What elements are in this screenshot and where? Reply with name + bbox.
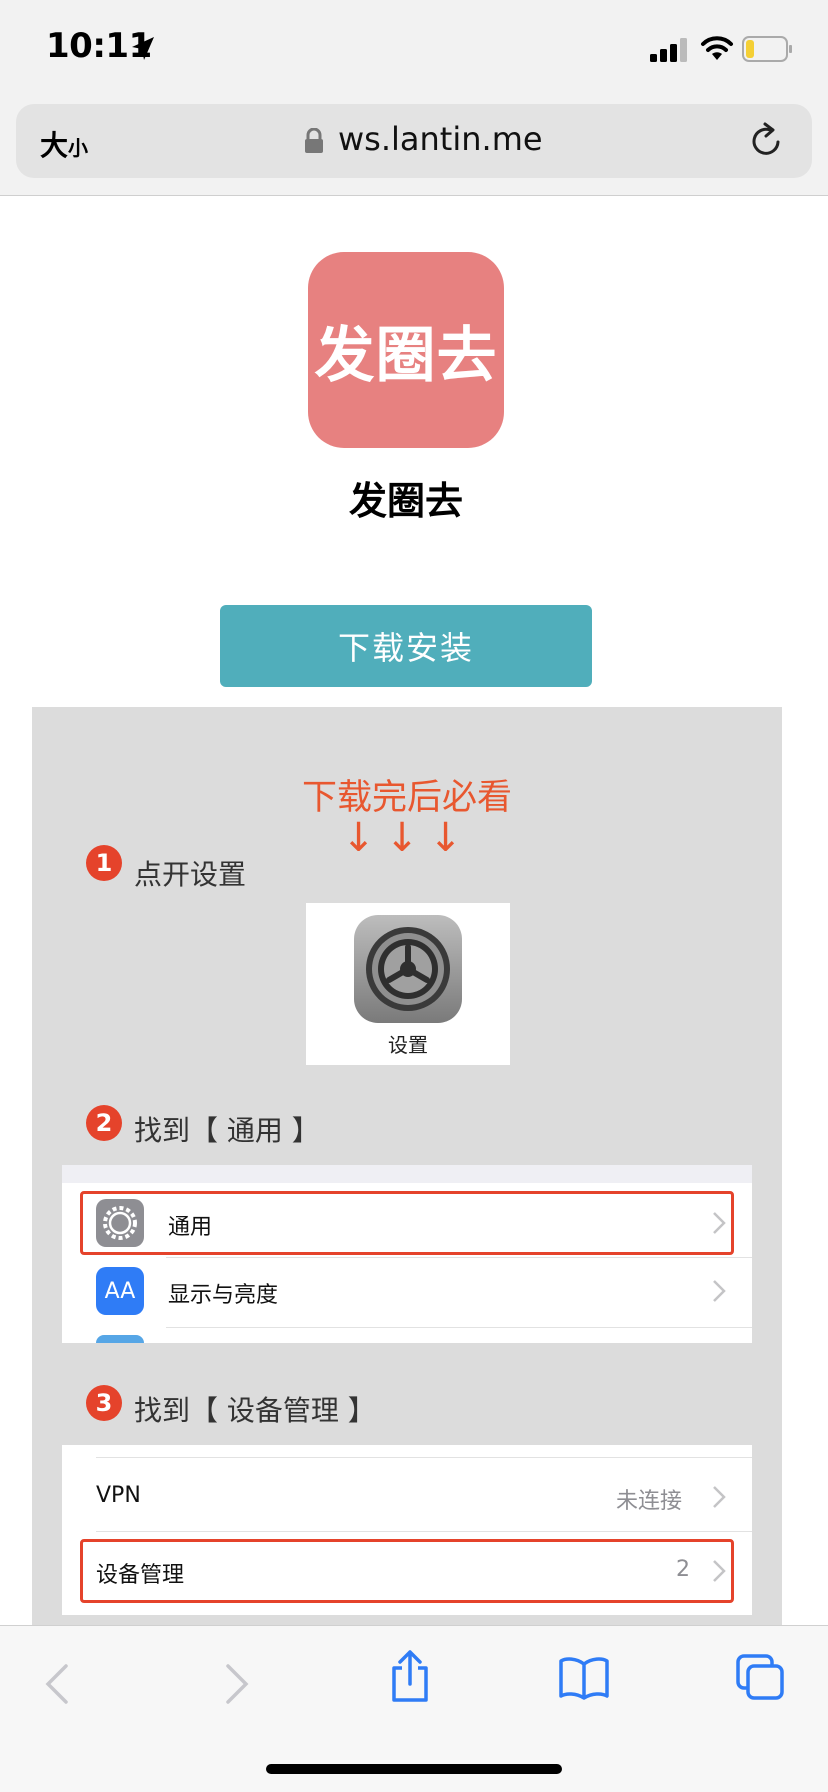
forward-icon[interactable]: [222, 1662, 252, 1706]
vpn-status-value: 未连接: [616, 1489, 683, 1514]
lock-icon: [305, 128, 323, 153]
status-bar: 10:11: [0, 0, 828, 96]
settings-app-card: 设置: [306, 903, 510, 1065]
chevron-right-icon: [713, 1486, 726, 1508]
step-3-number: 3: [86, 1385, 122, 1421]
step-2-label: 找到【 通用 】: [134, 1114, 320, 1147]
browser-address-area: 大小 ws.lantin.me: [0, 96, 828, 196]
share-icon[interactable]: [388, 1648, 432, 1704]
text-size-button[interactable]: 大小: [40, 124, 88, 164]
address-bar[interactable]: 大小 ws.lantin.me: [16, 104, 812, 178]
step-3-label: 找到【 设备管理 】: [134, 1394, 376, 1427]
partial-next-row-icon: [96, 1335, 144, 1343]
list-divider: [96, 1457, 752, 1458]
install-guide: 下载完后必看 ↓↓↓ 1 点开设置 设置 2 找到【 通用 】 通用 AA 显示…: [32, 707, 782, 1627]
list-divider: [96, 1531, 752, 1532]
list-item-display-label: 显示与亮度: [168, 1283, 279, 1308]
settings-card-label: 设置: [388, 1033, 428, 1057]
device-settings-list: VPN 未连接 设备管理 2: [62, 1445, 752, 1615]
back-icon[interactable]: [42, 1662, 72, 1706]
text-size-icon: AA: [96, 1267, 144, 1315]
battery-icon: [742, 36, 792, 62]
reload-icon[interactable]: [748, 122, 784, 160]
list-divider: [166, 1327, 752, 1328]
home-indicator: [266, 1764, 562, 1774]
app-icon-text: 发圈去: [314, 320, 498, 391]
app-name: 发圈去: [348, 479, 463, 523]
install-button[interactable]: 下载安装: [220, 605, 592, 687]
chevron-right-icon: [713, 1280, 726, 1302]
tabs-icon[interactable]: [736, 1654, 786, 1702]
url-text[interactable]: ws.lantin.me: [338, 120, 543, 158]
list-item-vpn-label: VPN: [96, 1483, 141, 1508]
settings-gear-icon: [354, 915, 462, 1023]
highlight-device-management: [80, 1539, 734, 1603]
general-settings-list: 通用 AA 显示与亮度: [62, 1165, 752, 1343]
wifi-icon: [701, 36, 733, 60]
list-divider: [166, 1257, 752, 1258]
list-top-band: [62, 1165, 752, 1183]
highlight-general: [80, 1191, 734, 1255]
app-icon: 发圈去: [308, 252, 504, 448]
step-2-number: 2: [86, 1105, 122, 1141]
step-1-label: 点开设置: [134, 858, 247, 891]
location-arrow-icon: [132, 37, 154, 60]
cellular-signal-icon: [650, 38, 687, 62]
guide-title: 下载完后必看: [301, 778, 512, 818]
bookmarks-icon[interactable]: [558, 1656, 610, 1700]
step-1-number: 1: [86, 845, 122, 881]
